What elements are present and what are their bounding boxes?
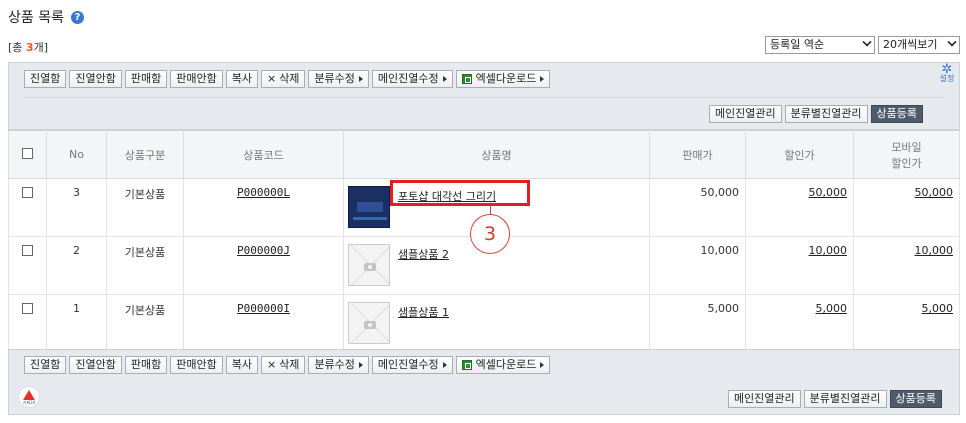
close-icon: × — [266, 358, 277, 371]
right-buttons-top: 메인진열관리 분류별진열관리 상품등록 — [708, 105, 926, 123]
cafe24-logo[interactable]: 카페24 — [18, 386, 40, 408]
table-header-row: No 상품구분 상품코드 상품명 판매가 할인가 모바일 할인가 — [8, 130, 960, 179]
mobile-discount-link[interactable]: 10,000 — [915, 244, 954, 257]
count-number: 3 — [25, 41, 34, 54]
excel-download-button[interactable]: 엑셀다운로드 — [455, 356, 551, 374]
product-thumbnail[interactable] — [348, 244, 390, 286]
row-checkbox[interactable] — [22, 303, 33, 314]
product-code-link[interactable]: P000000L — [237, 186, 290, 199]
product-name-link[interactable]: 샘플상품 1 — [398, 304, 449, 320]
row-checkbox[interactable] — [22, 245, 33, 256]
col-type: 상품구분 — [106, 130, 184, 179]
caret-right-icon — [540, 362, 545, 368]
col-name: 상품명 — [343, 130, 650, 179]
action-buttons-bottom: 진열함 진열안함 판매함 판매안함 복사 × 삭제 분류수정 메인진열수정 엑셀다… — [24, 356, 553, 374]
mobile-discount-link[interactable]: 50,000 — [915, 186, 954, 199]
product-thumbnail[interactable] — [348, 186, 390, 228]
table-row: 1 기본상품 P000000I 샘플상품 1 5,000 5,000 5,000 — [8, 294, 960, 353]
camera-icon — [364, 321, 376, 329]
divider — [24, 97, 944, 98]
delete-button[interactable]: × 삭제 — [260, 356, 306, 374]
product-name-link[interactable]: 샘플상품 2 — [398, 246, 449, 262]
action-buttons-top: 진열함 진열안함 판매함 판매안함 복사 × 삭제 분류수정 메인진열수정 엑셀다… — [24, 70, 553, 88]
page-title: 상품 목록 ? — [8, 7, 84, 27]
gear-icon: ✲ — [941, 62, 953, 77]
step-callout: 3 — [470, 214, 510, 254]
row-no: 1 — [46, 294, 107, 353]
select-all-checkbox[interactable] — [22, 147, 33, 159]
col-price: 판매가 — [649, 130, 746, 179]
copy-button[interactable]: 복사 — [225, 70, 258, 88]
row-type: 기본상품 — [106, 294, 184, 353]
chevron-down-icon — [862, 37, 872, 47]
camera-icon — [364, 263, 376, 271]
settings-button[interactable]: ✲ 설정 — [938, 62, 956, 83]
row-type: 기본상품 — [106, 178, 184, 237]
close-icon: × — [266, 72, 277, 85]
product-thumbnail[interactable] — [348, 302, 390, 344]
display-on-button[interactable]: 진열함 — [24, 70, 67, 88]
discount-price-link[interactable]: 10,000 — [809, 244, 848, 257]
caret-right-icon — [442, 76, 447, 82]
sell-on-button[interactable]: 판매함 — [124, 70, 168, 88]
col-code: 상품코드 — [183, 130, 344, 179]
logo-mark-icon — [23, 390, 35, 400]
bottom-toolbar: 진열함 진열안함 판매함 판매안함 복사 × 삭제 분류수정 메인진열수정 엑셀다… — [8, 349, 960, 415]
add-product-button[interactable]: 상품등록 — [889, 390, 942, 408]
excel-icon — [461, 360, 472, 370]
main-display-edit-button[interactable]: 메인진열수정 — [371, 70, 453, 88]
copy-button[interactable]: 복사 — [225, 356, 258, 374]
page-title-text: 상품 목록 — [8, 10, 64, 26]
product-code-link[interactable]: P000000I — [237, 302, 290, 315]
row-no: 3 — [46, 178, 107, 237]
display-off-button[interactable]: 진열안함 — [69, 70, 122, 88]
row-type: 기본상품 — [106, 236, 184, 295]
category-display-manage-button[interactable]: 분류별진열관리 — [784, 105, 868, 123]
caret-right-icon — [358, 76, 363, 82]
category-edit-button[interactable]: 분류수정 — [308, 356, 369, 374]
row-price: 50,000 — [649, 178, 746, 237]
sort-select[interactable]: 등록일 역순 — [765, 36, 875, 54]
chevron-down-icon — [947, 37, 957, 47]
page-size-select[interactable]: 20개씩보기 — [878, 36, 960, 54]
sell-off-button[interactable]: 판매안함 — [170, 70, 223, 88]
discount-price-link[interactable]: 50,000 — [809, 186, 848, 199]
main-display-manage-button[interactable]: 메인진열관리 — [708, 105, 782, 123]
display-on-button[interactable]: 진열함 — [24, 356, 67, 374]
row-no: 2 — [46, 236, 107, 295]
select-all-header — [8, 130, 47, 179]
main-display-edit-button[interactable]: 메인진열수정 — [371, 356, 453, 374]
product-count: [총 3개] — [8, 41, 48, 54]
product-code-link[interactable]: P000000J — [237, 244, 290, 257]
discount-price-link[interactable]: 5,000 — [816, 302, 848, 315]
add-product-button[interactable]: 상품등록 — [870, 105, 923, 123]
category-display-manage-button[interactable]: 분류별진열관리 — [803, 390, 887, 408]
top-toolbar: 진열함 진열안함 판매함 판매안함 복사 × 삭제 분류수정 메인진열수정 엑셀다… — [8, 62, 960, 130]
row-price: 10,000 — [649, 236, 746, 295]
caret-right-icon — [358, 362, 363, 368]
right-buttons-bottom: 메인진열관리 분류별진열관리 상품등록 — [727, 390, 945, 408]
highlight-box — [390, 180, 530, 206]
help-icon[interactable]: ? — [70, 10, 84, 24]
sell-off-button[interactable]: 판매안함 — [170, 356, 223, 374]
row-price: 5,000 — [649, 294, 746, 353]
row-checkbox[interactable] — [22, 187, 33, 198]
col-no: No — [46, 130, 107, 179]
excel-icon — [461, 74, 472, 84]
col-discount: 할인가 — [745, 130, 854, 179]
excel-download-button[interactable]: 엑셀다운로드 — [455, 70, 551, 88]
display-off-button[interactable]: 진열안함 — [69, 356, 122, 374]
col-mobile-discount: 모바일 할인가 — [853, 130, 960, 179]
mobile-discount-link[interactable]: 5,000 — [922, 302, 954, 315]
main-display-manage-button[interactable]: 메인진열관리 — [727, 390, 801, 408]
sell-on-button[interactable]: 판매함 — [124, 356, 168, 374]
caret-right-icon — [442, 362, 447, 368]
caret-right-icon — [540, 76, 545, 82]
delete-button[interactable]: × 삭제 — [260, 70, 306, 88]
category-edit-button[interactable]: 분류수정 — [308, 70, 369, 88]
